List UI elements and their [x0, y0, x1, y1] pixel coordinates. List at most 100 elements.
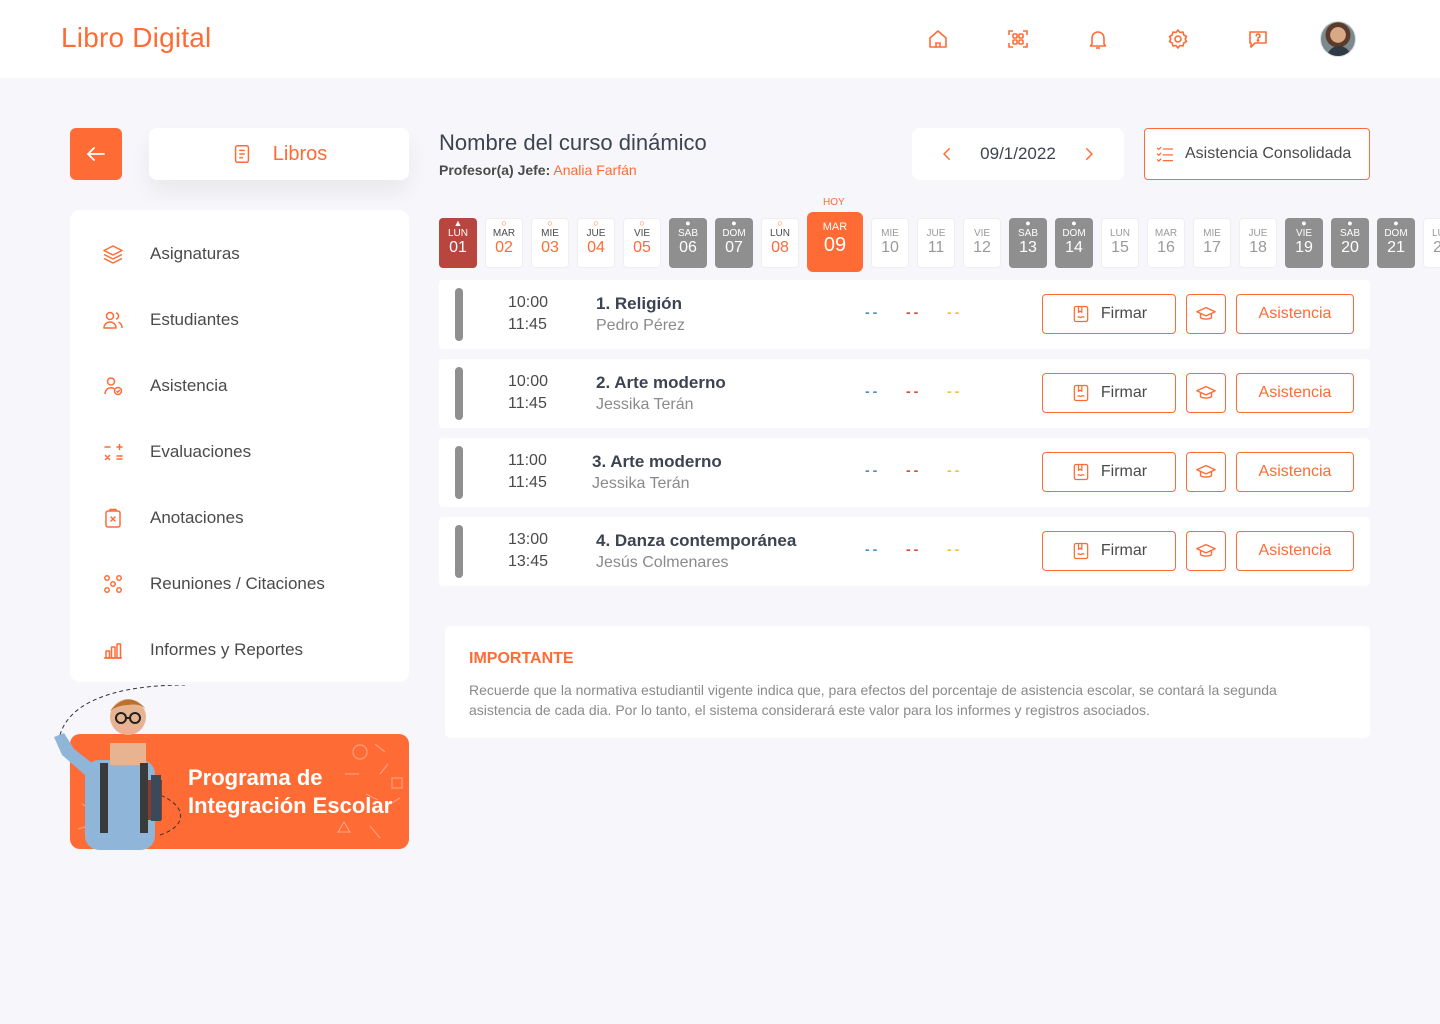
attendance-button[interactable]: Asistencia	[1236, 531, 1354, 571]
class-title: 1. Religión	[596, 294, 682, 313]
status-dash-yellow: --	[947, 304, 963, 320]
bell-icon[interactable]	[1085, 26, 1111, 52]
day-9[interactable]: MAR 09	[807, 212, 863, 272]
day-number: 18	[1249, 239, 1267, 256]
sidebar-item-reuniones[interactable]: Reuniones / Citaciones	[100, 569, 325, 599]
day-number: 15	[1111, 239, 1129, 256]
back-button[interactable]	[70, 128, 122, 180]
end-time: 11:45	[508, 395, 547, 412]
day-name: LUN	[769, 228, 790, 239]
day-number: 07	[725, 239, 743, 256]
sidebar-item-estudiantes[interactable]: Estudiantes	[100, 305, 239, 335]
day-15[interactable]: LUN 15	[1101, 218, 1139, 268]
day-4[interactable]: ○ JUE 04	[577, 218, 615, 268]
day-marker-icon: ●	[1025, 218, 1031, 228]
day-name: LUN	[447, 228, 468, 239]
graduation-cap-icon	[1196, 385, 1216, 399]
day-marker-icon	[1239, 218, 1277, 228]
day-18[interactable]: JUE 18	[1239, 218, 1277, 268]
day-number: 17	[1203, 239, 1221, 256]
day-14[interactable]: ● DOM 14	[1055, 218, 1093, 268]
attendance-button[interactable]: Asistencia	[1236, 294, 1354, 334]
status-dash-red: --	[906, 383, 922, 399]
attendance-button[interactable]: Asistencia	[1236, 452, 1354, 492]
day-11[interactable]: JUE 11	[917, 218, 955, 268]
sidebar-item-informes[interactable]: Informes y Reportes	[100, 635, 303, 665]
gear-icon[interactable]	[1165, 26, 1191, 52]
day-name: SAB	[677, 228, 698, 239]
home-icon[interactable]	[925, 26, 951, 52]
day-22[interactable]: LUN22	[1423, 218, 1440, 268]
chevron-left-icon[interactable]	[938, 145, 956, 163]
libros-button[interactable]: Libros	[149, 128, 409, 180]
attendance-button[interactable]: Asistencia	[1236, 373, 1354, 413]
user-check-icon	[100, 373, 126, 399]
day-21[interactable]: ● DOM 21	[1377, 218, 1415, 268]
day-1[interactable]: ▲ LUN 01	[439, 218, 477, 268]
day-number: 19	[1295, 239, 1313, 256]
day-number: 20	[1341, 239, 1359, 256]
promo-title: Programa de Integración Escolar	[188, 765, 393, 818]
help-chat-icon[interactable]	[1245, 26, 1271, 52]
class-title: 4. Danza contemporánea	[596, 531, 797, 550]
day-6[interactable]: ● SAB 06	[669, 218, 707, 268]
day-7[interactable]: ● DOM 07	[715, 218, 753, 268]
libros-label: Libros	[272, 142, 328, 165]
status-dash-red: --	[906, 462, 922, 478]
sign-button[interactable]: Firmar	[1042, 452, 1176, 492]
consolidated-attendance-button[interactable]: Asistencia Consolidada	[1144, 128, 1370, 180]
today-label: HOY	[823, 197, 845, 208]
sidebar-item-asignaturas[interactable]: Asignaturas	[100, 239, 240, 269]
day-name: MAR	[822, 221, 848, 233]
day-marker-icon: ○	[501, 218, 507, 228]
graduation-cap-button[interactable]	[1186, 294, 1226, 334]
day-12[interactable]: VIE 12	[963, 218, 1001, 268]
day-8[interactable]: ○ LUN 08	[761, 218, 799, 268]
sign-button[interactable]: Firmar	[1042, 531, 1176, 571]
notice-body: Recuerde que la normativa estudiantil vi…	[469, 682, 1277, 718]
day-name: MIE	[881, 228, 899, 239]
day-3[interactable]: ○ MIE 03	[531, 218, 569, 268]
day-number: 04	[587, 239, 605, 256]
qr-code-icon[interactable]	[1005, 26, 1031, 52]
class-row[interactable]: 13:00 13:45 4. Danza contemporánea Jesús Co…	[439, 517, 1370, 586]
day-marker-icon: ○	[639, 218, 645, 228]
graduation-cap-button[interactable]	[1186, 373, 1226, 413]
day-19[interactable]: ● VIE 19	[1285, 218, 1323, 268]
day-10[interactable]: MIE 10	[871, 218, 909, 268]
end-time: 11:45	[508, 474, 547, 491]
class-row[interactable]: 11:00 11:45 3. Arte moderno Jessika Terán --…	[439, 438, 1370, 507]
sign-button[interactable]: Firmar	[1042, 373, 1176, 413]
chevron-right-icon[interactable]	[1080, 145, 1098, 163]
graduation-cap-button[interactable]	[1186, 531, 1226, 571]
graduation-cap-button[interactable]	[1186, 452, 1226, 492]
sidebar-item-evaluaciones[interactable]: Evaluaciones	[100, 437, 251, 467]
class-row[interactable]: 10:00 11:45 1. Religión Pedro Pérez -- -- -- Fi…	[439, 280, 1370, 349]
clipboard-x-icon	[100, 505, 126, 531]
day-marker-icon: ●	[685, 218, 691, 228]
status-bar	[455, 525, 463, 578]
status-dash-blue: --	[865, 541, 881, 557]
sidebar-item-anotaciones[interactable]: Anotaciones	[100, 503, 244, 533]
day-20[interactable]: ● SAB 20	[1331, 218, 1369, 268]
day-name: DOM	[722, 228, 746, 239]
sign-button[interactable]: Firmar	[1042, 294, 1176, 334]
start-time: 10:00	[508, 294, 549, 311]
day-marker-icon: ○	[593, 218, 599, 228]
day-5[interactable]: ○ VIE 05	[623, 218, 661, 268]
status-dash-yellow: --	[947, 541, 963, 557]
day-16[interactable]: MAR 16	[1147, 218, 1185, 268]
bar-chart-icon	[100, 637, 126, 663]
day-number: 08	[771, 239, 789, 256]
day-2[interactable]: ○ MAR 02	[485, 218, 523, 268]
class-teacher: Jessika Terán	[596, 396, 694, 413]
day-17[interactable]: MIE 17	[1193, 218, 1231, 268]
brand-logo[interactable]: Libro Digital	[61, 22, 211, 54]
class-row[interactable]: 10:00 11:45 2. Arte moderno Jessika Terán --…	[439, 359, 1370, 428]
checklist-icon	[1156, 146, 1174, 162]
user-avatar[interactable]	[1320, 21, 1356, 57]
day-13[interactable]: ● SAB 13	[1009, 218, 1047, 268]
day-name: JUE	[586, 228, 606, 239]
status-bar	[455, 446, 463, 499]
sidebar-item-asistencia[interactable]: Asistencia	[100, 371, 227, 401]
